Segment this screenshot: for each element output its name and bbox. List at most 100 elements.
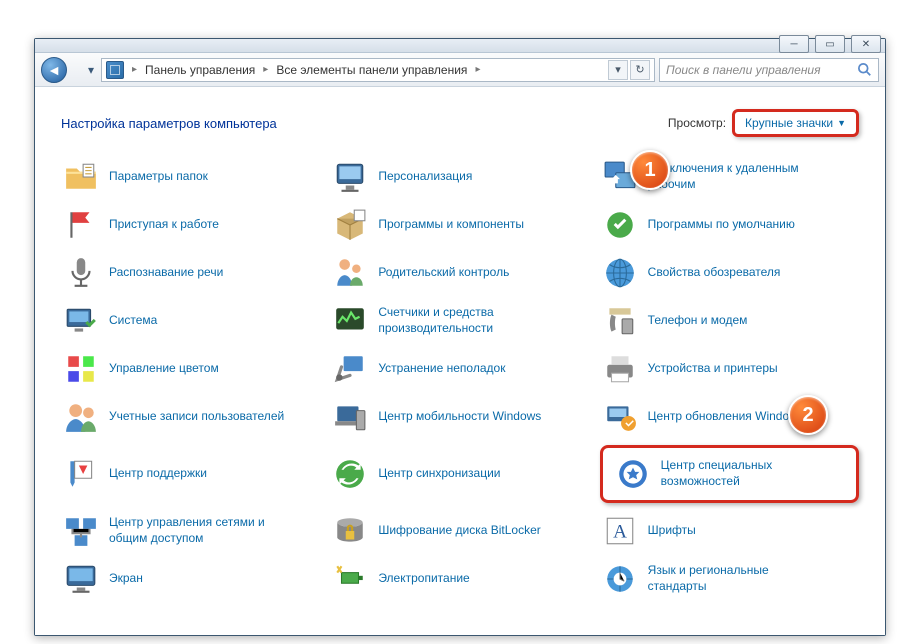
region-icon xyxy=(602,561,638,597)
color-icon xyxy=(63,351,99,387)
item-label: Приступая к работе xyxy=(109,217,219,233)
flag-icon xyxy=(63,207,99,243)
control-panel-item[interactable]: Центр управления сетями и общим доступом xyxy=(61,511,320,551)
item-label: Шифрование диска BitLocker xyxy=(378,523,540,539)
refresh-button[interactable]: ↻ xyxy=(630,60,650,80)
control-panel-item[interactable]: Учетные записи пользователей xyxy=(61,397,320,437)
item-label: Персонализация xyxy=(378,169,472,185)
item-label: Система xyxy=(109,313,157,329)
screen-icon xyxy=(63,561,99,597)
chevron-right-icon[interactable]: ▸ xyxy=(471,64,484,75)
control-panel-item[interactable]: Программы и компоненты xyxy=(330,205,589,245)
sync-icon xyxy=(332,456,368,492)
item-label: Программы по умолчанию xyxy=(648,217,795,233)
item-label: Центр обновления Windows xyxy=(648,409,804,425)
chevron-right-icon[interactable]: ▸ xyxy=(128,64,141,75)
item-label: Центр специальных возможностей xyxy=(661,458,841,489)
control-panel-item[interactable]: Центр синхронизации xyxy=(330,445,589,503)
item-label: Параметры папок xyxy=(109,169,208,185)
item-label: Программы и компоненты xyxy=(378,217,524,233)
control-panel-item[interactable]: Персонализация xyxy=(330,157,589,197)
control-panel-item[interactable]: Устранение неполадок xyxy=(330,349,589,389)
bitlocker-icon xyxy=(332,513,368,549)
control-panel-icon xyxy=(106,61,124,79)
mic-icon xyxy=(63,255,99,291)
control-panel-item[interactable]: Параметры папок xyxy=(61,157,320,197)
item-label: Счетчики и средства производительности xyxy=(378,305,558,336)
globe-icon xyxy=(602,255,638,291)
network-icon xyxy=(63,513,99,549)
control-panel-item[interactable]: Центр поддержки xyxy=(61,445,320,503)
defaults-icon xyxy=(602,207,638,243)
monitor-icon xyxy=(332,159,368,195)
item-label: Центр синхронизации xyxy=(378,466,500,482)
mobility-icon xyxy=(332,399,368,435)
control-panel-item[interactable]: Счетчики и средства производительности xyxy=(330,301,589,341)
item-label: Учетные записи пользователей xyxy=(109,409,284,425)
annotation-badge-1: 1 xyxy=(630,150,670,190)
item-label: Шрифты xyxy=(648,523,696,539)
item-label: Центр мобильности Windows xyxy=(378,409,541,425)
nav-back-button[interactable]: ◄ xyxy=(41,57,67,83)
item-label: Распознавание речи xyxy=(109,265,223,281)
item-label: Устранение неполадок xyxy=(378,361,505,377)
close-button[interactable]: ✕ xyxy=(851,35,881,53)
chevron-right-icon[interactable]: ▸ xyxy=(259,64,272,75)
chevron-down-icon: ▼ xyxy=(837,118,846,128)
control-panel-item[interactable]: Приступая к работе xyxy=(61,205,320,245)
search-input[interactable]: Поиск в панели управления xyxy=(659,58,879,82)
address-bar[interactable]: ▸ Панель управления ▸ Все элементы панел… xyxy=(101,58,655,82)
control-panel-item[interactable]: Шифрование диска BitLocker xyxy=(330,511,589,551)
search-placeholder: Поиск в панели управления xyxy=(666,63,821,77)
item-label: Свойства обозревателя xyxy=(648,265,781,281)
fonts-icon xyxy=(602,513,638,549)
view-label: Просмотр: xyxy=(668,116,726,130)
nav-history-dropdown[interactable]: ▾ xyxy=(85,60,97,80)
control-panel-item[interactable]: Телефон и модем xyxy=(600,301,859,341)
address-dropdown-button[interactable]: ▾ xyxy=(608,60,628,80)
item-label: Телефон и модем xyxy=(648,313,748,329)
control-panel-item[interactable]: Экран xyxy=(61,559,320,599)
page-heading: Настройка параметров компьютера xyxy=(61,116,277,131)
control-panel-item[interactable]: Электропитание xyxy=(330,559,589,599)
item-label: Подключения к удаленным рабочим xyxy=(648,161,828,192)
item-label: Электропитание xyxy=(378,571,469,587)
folder-icon xyxy=(63,159,99,195)
actioncenter-icon xyxy=(63,456,99,492)
minimize-button[interactable]: ─ xyxy=(779,35,809,53)
phone-icon xyxy=(602,303,638,339)
item-label: Центр поддержки xyxy=(109,466,207,482)
item-label: Язык и региональные стандарты xyxy=(648,563,828,594)
family-icon xyxy=(332,255,368,291)
breadcrumb-current[interactable]: Все элементы панели управления xyxy=(276,63,467,77)
perf-icon xyxy=(332,303,368,339)
control-panel-item[interactable]: Язык и региональные стандарты xyxy=(600,559,859,599)
view-mode-dropdown[interactable]: Крупные значки ▼ xyxy=(732,109,859,137)
annotation-badge-2: 2 xyxy=(788,395,828,435)
maximize-button[interactable]: ▭ xyxy=(815,35,845,53)
update-icon xyxy=(602,399,638,435)
item-label: Родительский контроль xyxy=(378,265,509,281)
system-icon xyxy=(63,303,99,339)
control-panel-item[interactable]: Свойства обозревателя xyxy=(600,253,859,293)
control-panel-item[interactable]: Родительский контроль xyxy=(330,253,589,293)
item-label: Управление цветом xyxy=(109,361,219,377)
trouble-icon xyxy=(332,351,368,387)
control-panel-item[interactable]: Управление цветом xyxy=(61,349,320,389)
users-icon xyxy=(63,399,99,435)
control-panel-item[interactable]: Распознавание речи xyxy=(61,253,320,293)
titlebar: ─ ▭ ✕ xyxy=(35,39,885,53)
item-label: Центр управления сетями и общим доступом xyxy=(109,515,289,546)
control-panel-item[interactable]: Центр специальных возможностей xyxy=(600,445,859,503)
search-icon xyxy=(858,63,872,77)
control-panel-item[interactable]: Система xyxy=(61,301,320,341)
item-label: Устройства и принтеры xyxy=(648,361,778,377)
control-panel-item[interactable]: Программы по умолчанию xyxy=(600,205,859,245)
breadcrumb-root[interactable]: Панель управления xyxy=(145,63,255,77)
power-icon xyxy=(332,561,368,597)
control-panel-item[interactable]: Устройства и принтеры xyxy=(600,349,859,389)
control-panel-item[interactable]: Центр мобильности Windows xyxy=(330,397,589,437)
box-icon xyxy=(332,207,368,243)
item-label: Экран xyxy=(109,571,143,587)
control-panel-item[interactable]: Шрифты xyxy=(600,511,859,551)
